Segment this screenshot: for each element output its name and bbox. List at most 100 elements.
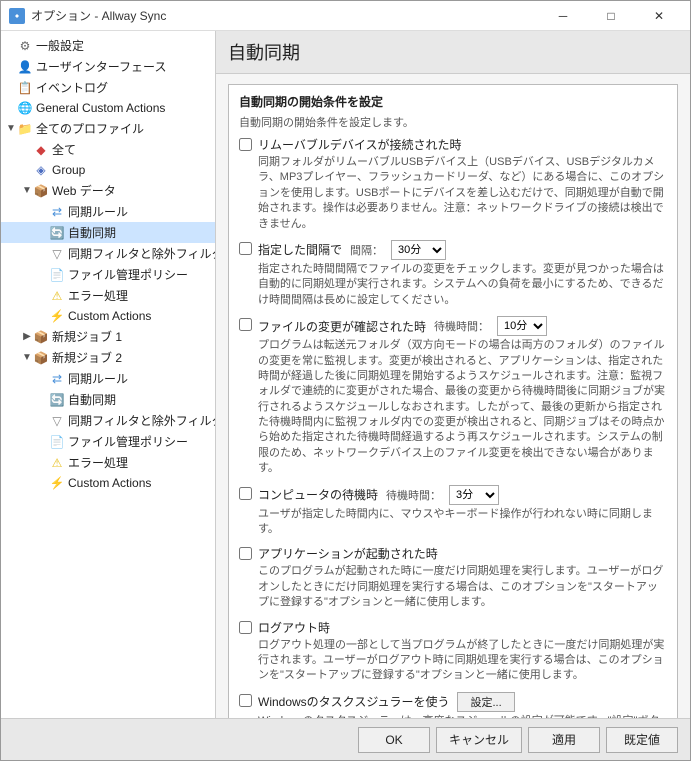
- sidebar-item-error2[interactable]: ⚠エラー処理: [1, 452, 215, 473]
- option-label-scheduler: Windowsのタスクスジュラーを使う: [258, 693, 449, 710]
- sidebar-label-custom-actions1: Custom Actions: [68, 309, 151, 323]
- checkbox-removable[interactable]: [239, 138, 252, 151]
- minimize-button[interactable]: ─: [540, 1, 586, 31]
- option-content-removable: リムーバブルデバイスが接続された時同期フォルダがリムーバブルUSBデバイス上（U…: [258, 136, 667, 232]
- option-row-app-start: アプリケーションが起動された時このプログラムが起動された時に一度だけ同期処理を実…: [239, 545, 667, 610]
- option-label-file-change: ファイルの変更が確認された時: [258, 318, 426, 335]
- sidebar-label-ui: ユーザインターフェース: [36, 58, 166, 75]
- sidebar-item-custom-actions2[interactable]: ⚡Custom Actions: [1, 473, 215, 493]
- sidebar-label-filter: 同期フィルタと除外フィルタ: [68, 245, 215, 262]
- option-desc-file-change: プログラムは転送元フォルダ（双方向モードの場合は両方のフォルダ）のファイルの変更…: [258, 338, 667, 477]
- sidebar: ⚙一般設定 👤ユーザインターフェース 📋イベントログ 🌐General Cust…: [1, 31, 216, 718]
- sidebar-label-auto-sync: 自動同期: [68, 224, 116, 241]
- sidebar-icon-newjob2: 📦: [33, 350, 49, 366]
- inline-select-interval[interactable]: 5分10分15分30分1時間2時間: [391, 240, 446, 260]
- option-label-logout: ログアウト時: [258, 619, 330, 636]
- apply-button[interactable]: 適用: [528, 727, 600, 753]
- checkbox-logout[interactable]: [239, 621, 252, 634]
- content-body: 自動同期の開始条件を設定 自動同期の開始条件を設定します。 リムーバブルデバイス…: [216, 74, 690, 718]
- sidebar-item-group[interactable]: ◈Group: [1, 160, 215, 180]
- checkbox-interval[interactable]: [239, 242, 252, 255]
- option-content-logout: ログアウト時ログアウト処理の一部として当プログラムが終了したときに一度だけ同期処…: [258, 619, 667, 684]
- sidebar-icon-filter: ▽: [49, 246, 65, 262]
- inline-select-standby[interactable]: 1分3分5分10分15分: [449, 485, 499, 505]
- sidebar-label-sync-rule2: 同期ルール: [68, 370, 128, 387]
- sidebar-label-all-profiles: 全てのプロファイル: [36, 120, 144, 137]
- option-label-row-standby: コンピュータの待機時待機時間：1分3分5分10分15分: [258, 485, 667, 505]
- expand-icon-file-policy2: [37, 436, 49, 448]
- sidebar-item-log[interactable]: 📋イベントログ: [1, 77, 215, 98]
- bottom-bar: OK キャンセル 適用 既定値: [1, 718, 690, 760]
- expand-icon-auto-sync: [37, 227, 49, 239]
- expand-icon-log: [5, 82, 17, 94]
- option-content-interval: 指定した間隔で間隔：5分10分15分30分1時間2時間指定された時間間隔でファイ…: [258, 240, 667, 308]
- sidebar-label-global-custom: General Custom Actions: [36, 101, 165, 115]
- titlebar-controls: ─ □ ✕: [540, 1, 682, 31]
- expand-icon-web[interactable]: ▼: [21, 185, 33, 197]
- expand-icon-custom-actions2: [37, 477, 49, 489]
- expand-icon-all-profiles[interactable]: ▼: [5, 123, 17, 135]
- sidebar-icon-filter2: ▽: [49, 413, 65, 429]
- sidebar-item-custom-actions1[interactable]: ⚡Custom Actions: [1, 306, 215, 326]
- checkbox-app-start[interactable]: [239, 547, 252, 560]
- default-button[interactable]: 既定値: [606, 727, 678, 753]
- section-box: 自動同期の開始条件を設定 自動同期の開始条件を設定します。 リムーバブルデバイス…: [228, 84, 678, 718]
- sidebar-item-error[interactable]: ⚠エラー処理: [1, 285, 215, 306]
- option-content-file-change: ファイルの変更が確認された時待機時間： 1分5分10分15分30分プログラムは転送…: [258, 316, 667, 477]
- sidebar-icon-auto-sync2: 🔄: [49, 392, 65, 408]
- sidebar-item-all-profiles[interactable]: ▼📁全てのプロファイル: [1, 118, 215, 139]
- sidebar-item-auto-sync2[interactable]: 🔄自動同期: [1, 389, 215, 410]
- checkbox-file-change[interactable]: [239, 318, 252, 331]
- sidebar-item-newjob1[interactable]: ▶📦新規ジョブ 1: [1, 326, 215, 347]
- sidebar-label-group: Group: [52, 163, 85, 177]
- expand-icon-all: [21, 144, 33, 156]
- inline-label-file-change: 待機時間：: [434, 318, 489, 334]
- expand-icon-newjob2[interactable]: ▼: [21, 352, 33, 364]
- inline-button-scheduler[interactable]: 設定...: [457, 692, 514, 712]
- sidebar-item-sync-rule2[interactable]: ⇄同期ルール: [1, 368, 215, 389]
- sidebar-item-auto-sync[interactable]: 🔄自動同期: [1, 222, 215, 243]
- sidebar-item-global-custom[interactable]: 🌐General Custom Actions: [1, 98, 215, 118]
- option-label-interval: 指定した間隔で: [258, 241, 342, 258]
- main-content: ⚙一般設定 👤ユーザインターフェース 📋イベントログ 🌐General Cust…: [1, 31, 690, 718]
- expand-icon-filter2: [37, 415, 49, 427]
- sidebar-item-general[interactable]: ⚙一般設定: [1, 35, 215, 56]
- sidebar-icon-sync-rule: ⇄: [49, 204, 65, 220]
- sidebar-label-newjob1: 新規ジョブ 1: [52, 328, 122, 345]
- sidebar-label-all: 全て: [52, 141, 76, 158]
- titlebar: オプション - Allway Sync ─ □ ✕: [1, 1, 690, 31]
- sidebar-item-web[interactable]: ▼📦Web データ: [1, 180, 215, 201]
- expand-icon-ui: [5, 61, 17, 73]
- sidebar-icon-log: 📋: [17, 80, 33, 96]
- sidebar-item-filter2[interactable]: ▽同期フィルタと除外フィルタ: [1, 410, 215, 431]
- sidebar-label-file-policy2: ファイル管理ポリシー: [68, 433, 188, 450]
- inline-select-file-change[interactable]: 1分5分10分15分30分: [497, 316, 547, 336]
- sidebar-item-file-policy2[interactable]: 📄ファイル管理ポリシー: [1, 431, 215, 452]
- maximize-button[interactable]: □: [588, 1, 634, 31]
- section-desc: 自動同期の開始条件を設定します。: [239, 114, 667, 130]
- expand-icon-auto-sync2: [37, 394, 49, 406]
- expand-icon-newjob1[interactable]: ▶: [21, 331, 33, 343]
- sidebar-icon-newjob1: 📦: [33, 329, 49, 345]
- sidebar-icon-sync-rule2: ⇄: [49, 371, 65, 387]
- options-container: リムーバブルデバイスが接続された時同期フォルダがリムーバブルUSBデバイス上（U…: [239, 136, 667, 718]
- sidebar-label-custom-actions2: Custom Actions: [68, 476, 151, 490]
- sidebar-item-file-policy[interactable]: 📄ファイル管理ポリシー: [1, 264, 215, 285]
- option-label-row-file-change: ファイルの変更が確認された時待機時間： 1分5分10分15分30分: [258, 316, 667, 336]
- expand-icon-error2: [37, 457, 49, 469]
- option-row-scheduler: Windowsのタスクスジュラーを使う設定...Windowsのタスクスジュラー…: [239, 692, 667, 718]
- sidebar-icon-group: ◈: [33, 162, 49, 178]
- checkbox-standby[interactable]: [239, 487, 252, 500]
- sidebar-item-ui[interactable]: 👤ユーザインターフェース: [1, 56, 215, 77]
- sidebar-icon-all: ◆: [33, 142, 49, 158]
- close-button[interactable]: ✕: [636, 1, 682, 31]
- cancel-button[interactable]: キャンセル: [436, 727, 522, 753]
- ok-button[interactable]: OK: [358, 727, 430, 753]
- sidebar-item-sync-rule[interactable]: ⇄同期ルール: [1, 201, 215, 222]
- checkbox-scheduler[interactable]: [239, 694, 252, 707]
- sidebar-item-all[interactable]: ◆全て: [1, 139, 215, 160]
- expand-icon-file-policy: [37, 269, 49, 281]
- sidebar-icon-error2: ⚠: [49, 455, 65, 471]
- sidebar-item-filter[interactable]: ▽同期フィルタと除外フィルタ: [1, 243, 215, 264]
- sidebar-item-newjob2[interactable]: ▼📦新規ジョブ 2: [1, 347, 215, 368]
